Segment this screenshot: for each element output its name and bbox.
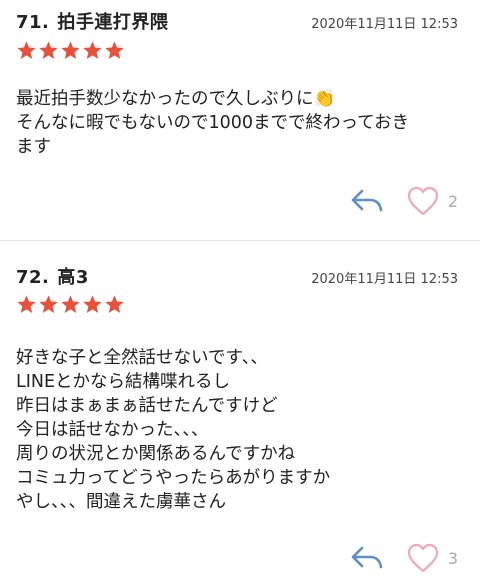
comment-body: 好きな子と全然話せないです、、 LINEとかなら結構喋れるし 昨日はまぁまぁ話せ… [16, 348, 331, 512]
comment-author: 拍手連打界隈 [57, 12, 169, 33]
comment-title: 72. 高3 [16, 263, 89, 289]
star-icon [61, 41, 80, 59]
heart-icon [407, 543, 438, 573]
comment-actions: 2 [350, 185, 458, 217]
comment-number: 71. [16, 12, 50, 33]
star-icon [39, 41, 58, 59]
comment-body: 最近拍手数少なかったので久しぶりに👏 そんなに暇でもないので1000までで終わっ… [16, 89, 410, 157]
star-rating [16, 294, 125, 315]
comment-header: 72. 高3 2020年11月11日 12:53 [16, 263, 458, 289]
like-button[interactable]: 3 [406, 542, 458, 574]
reply-icon[interactable] [350, 188, 384, 214]
star-icon [61, 295, 80, 313]
comment-title: 71. 拍手連打界隈 [16, 8, 168, 34]
star-icon [105, 41, 124, 59]
comment-card: 71. 拍手連打界隈 2020年11月11日 12:53 最近拍手数少なかったので… [0, 0, 480, 241]
comment-card: 72. 高3 2020年11月11日 12:53 好きな子と全然話せないです、、 … [0, 241, 480, 583]
star-icon [83, 295, 102, 313]
star-icon [17, 295, 36, 313]
comment-header: 71. 拍手連打界隈 2020年11月11日 12:53 [16, 8, 458, 34]
comment-actions: 3 [350, 542, 458, 574]
comment-date: 2020年11月11日 12:53 [311, 272, 458, 287]
comment-author: 高3 [57, 267, 89, 288]
comment-date: 2020年11月11日 12:53 [311, 17, 458, 32]
heart-icon [407, 186, 438, 216]
star-icon [39, 295, 58, 313]
star-rating [16, 40, 125, 61]
star-icon [17, 41, 36, 59]
star-icon [83, 41, 102, 59]
like-count: 2 [447, 191, 458, 211]
like-button[interactable]: 2 [406, 185, 458, 217]
reply-icon[interactable] [350, 545, 384, 571]
like-count: 3 [447, 548, 458, 568]
star-icon [105, 295, 124, 313]
comment-number: 72. [16, 267, 50, 288]
